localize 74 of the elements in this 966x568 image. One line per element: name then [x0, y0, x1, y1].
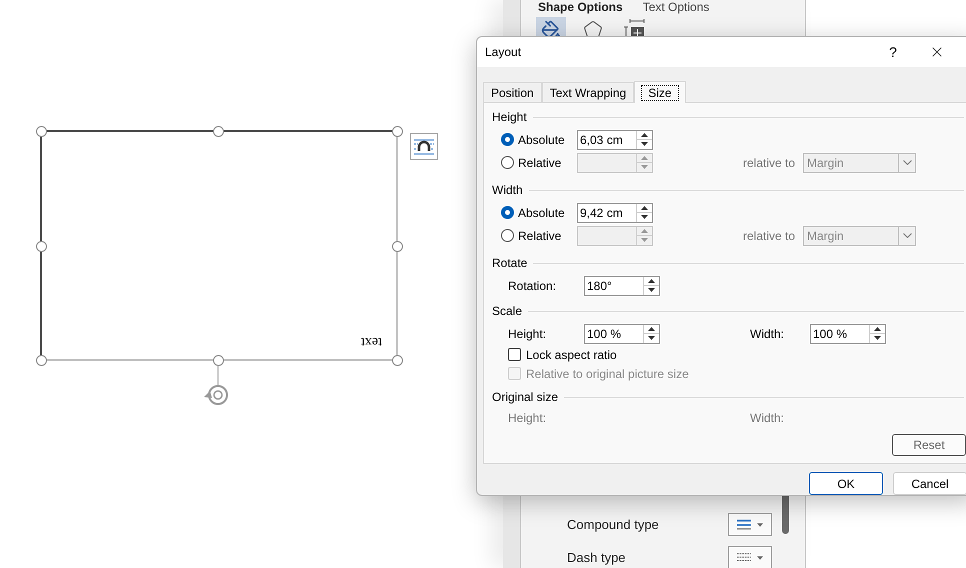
- cancel-button[interactable]: Cancel: [893, 472, 966, 495]
- down-arrow-icon: [648, 288, 655, 292]
- window-title: Layout: [485, 44, 522, 61]
- up-arrow-icon: [641, 156, 648, 160]
- spin-field[interactable]: 180°: [584, 276, 660, 296]
- spin-field[interactable]: 9,42 cm: [577, 202, 653, 222]
- resize-handle[interactable]: [392, 354, 402, 366]
- checkbox[interactable]: [508, 348, 521, 361]
- increment-button[interactable]: [870, 324, 885, 334]
- field-label: Width:: [750, 410, 784, 427]
- chevron-down-icon: [902, 160, 912, 165]
- ok-button[interactable]: OK: [809, 472, 883, 495]
- increment-button[interactable]: [637, 130, 652, 140]
- spin-field[interactable]: 100 %: [584, 324, 660, 344]
- reset-button[interactable]: Reset: [892, 434, 966, 456]
- up-arrow-icon: [641, 132, 648, 137]
- up-arrow-icon: [641, 206, 648, 210]
- layout-options-button[interactable]: [410, 133, 438, 160]
- section-heading: Rotate: [492, 255, 528, 272]
- resize-handle[interactable]: [36, 240, 46, 252]
- down-arrow-icon: [874, 336, 881, 340]
- spin-field[interactable]: 100 %: [810, 324, 886, 344]
- resize-handle[interactable]: [212, 354, 224, 366]
- dropdown-button[interactable]: [728, 513, 772, 536]
- dropdown-button[interactable]: [728, 546, 772, 568]
- checkbox-label[interactable]: Lock aspect ratio: [526, 346, 617, 364]
- section-heading: Height: [492, 109, 527, 126]
- radio-button[interactable]: [501, 206, 514, 219]
- caret-icon: [756, 522, 763, 526]
- resize-handle[interactable]: [392, 240, 402, 252]
- relative-to-label: relative to: [743, 154, 796, 172]
- down-arrow-icon: [641, 215, 648, 220]
- rotation-handle-icon[interactable]: [203, 365, 231, 408]
- field-label: Height:: [508, 410, 548, 427]
- field-label: Width:: [750, 326, 786, 342]
- relative-to-label: relative to: [743, 228, 796, 244]
- help-button[interactable]: ?: [871, 37, 915, 67]
- section-heading: Width: [492, 182, 523, 199]
- down-arrow-icon: [641, 165, 648, 170]
- down-arrow-icon: [641, 238, 648, 242]
- spin-field[interactable]: 6,03 cm: [577, 130, 653, 150]
- section-heading: Original size: [492, 389, 558, 406]
- option-label: Dash type: [567, 548, 627, 567]
- increment-button[interactable]: [644, 276, 659, 286]
- down-arrow-icon: [641, 142, 648, 146]
- up-arrow-icon: [648, 278, 655, 283]
- radio-button[interactable]: [501, 133, 514, 146]
- dash-lines-icon: [737, 552, 751, 564]
- shape-text: text: [361, 334, 382, 348]
- chevron-down-icon: [902, 233, 912, 238]
- down-arrow-icon: [648, 336, 655, 340]
- field-label: Height:: [508, 326, 548, 342]
- dialog-tab[interactable]: Size: [634, 81, 686, 103]
- up-arrow-icon: [648, 326, 655, 331]
- up-arrow-icon: [641, 228, 648, 233]
- resize-handle[interactable]: [36, 354, 46, 366]
- resize-handle[interactable]: [36, 126, 46, 136]
- pane-tab[interactable]: Shape Options: [538, 1, 623, 13]
- resize-handle[interactable]: [212, 126, 224, 136]
- text-wrap-icon: [413, 138, 435, 156]
- section-heading: Scale: [492, 303, 522, 320]
- dialog-tab[interactable]: Text Wrapping: [542, 82, 634, 102]
- caret-icon: [756, 556, 763, 560]
- pane-tab[interactable]: Text Options: [642, 1, 710, 13]
- compound-lines-icon: [737, 518, 751, 530]
- radio-label[interactable]: Absolute: [518, 130, 565, 148]
- increment-button[interactable]: [644, 324, 659, 334]
- option-label: Compound type: [567, 516, 660, 534]
- dialog-tab[interactable]: Position: [483, 82, 542, 102]
- resize-handle[interactable]: [392, 126, 402, 136]
- radio-label[interactable]: Absolute: [518, 204, 565, 222]
- increment-button[interactable]: [637, 204, 652, 213]
- field-label: Rotation:: [508, 278, 558, 294]
- up-arrow-icon: [874, 326, 881, 331]
